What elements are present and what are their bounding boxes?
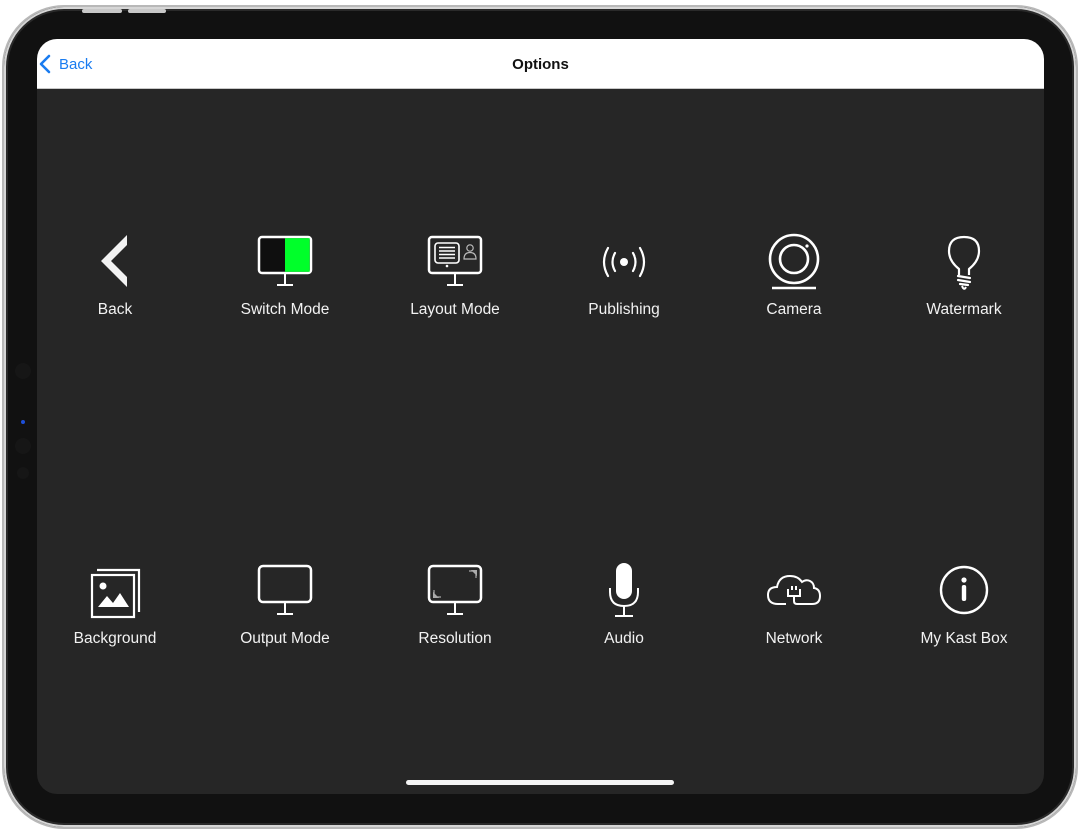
option-resolution[interactable]: Resolution	[380, 560, 530, 670]
monitor-layout-icon	[423, 231, 487, 295]
image-stack-icon	[83, 560, 147, 624]
camera-sensor	[15, 438, 31, 454]
option-publishing[interactable]: Publishing	[549, 231, 699, 341]
option-watermark[interactable]: Watermark	[889, 231, 1039, 341]
cloud-plug-icon	[762, 560, 826, 624]
monitor-resize-icon	[423, 560, 487, 624]
monitor-split-icon	[253, 231, 317, 295]
option-label: Publishing	[588, 301, 660, 318]
option-background[interactable]: Background	[40, 560, 190, 670]
option-back[interactable]: Back	[40, 231, 190, 341]
app-screen: Back Options Back Switch Mode Layout Mod…	[37, 39, 1044, 794]
option-audio[interactable]: Audio	[549, 560, 699, 670]
option-label: Output Mode	[240, 630, 330, 647]
page-title: Options	[512, 55, 569, 73]
option-label: Layout Mode	[410, 301, 500, 318]
option-switch-mode[interactable]: Switch Mode	[210, 231, 360, 341]
volume-button	[128, 9, 166, 13]
camera-sensor	[17, 467, 29, 479]
broadcast-icon	[592, 231, 656, 295]
option-camera[interactable]: Camera	[719, 231, 869, 341]
monitor-icon	[253, 560, 317, 624]
microphone-icon	[592, 560, 656, 624]
home-indicator[interactable]	[406, 780, 674, 785]
option-label: Back	[97, 301, 133, 318]
camera-sensor	[15, 363, 31, 379]
option-layout-mode[interactable]: Layout Mode	[380, 231, 530, 341]
info-circle-icon	[932, 560, 996, 624]
volume-button	[82, 9, 122, 13]
option-label: Audio	[604, 630, 644, 647]
option-label: Watermark	[926, 301, 1002, 318]
option-label: Background	[73, 630, 157, 647]
option-label: Network	[765, 630, 823, 647]
option-label: Resolution	[418, 630, 492, 647]
option-network[interactable]: Network	[719, 560, 869, 670]
option-label: My Kast Box	[920, 630, 1008, 647]
navigation-bar: Back Options	[37, 39, 1044, 89]
option-my-kast-box[interactable]: My Kast Box	[889, 560, 1039, 670]
option-label: Camera	[766, 301, 822, 318]
option-output-mode[interactable]: Output Mode	[210, 560, 360, 670]
switch-accent	[285, 238, 310, 272]
lightbulb-icon	[932, 231, 996, 295]
option-label: Switch Mode	[240, 301, 330, 318]
camera-indicator	[21, 420, 25, 424]
webcam-icon	[762, 231, 826, 295]
chevron-left-icon	[83, 231, 147, 295]
